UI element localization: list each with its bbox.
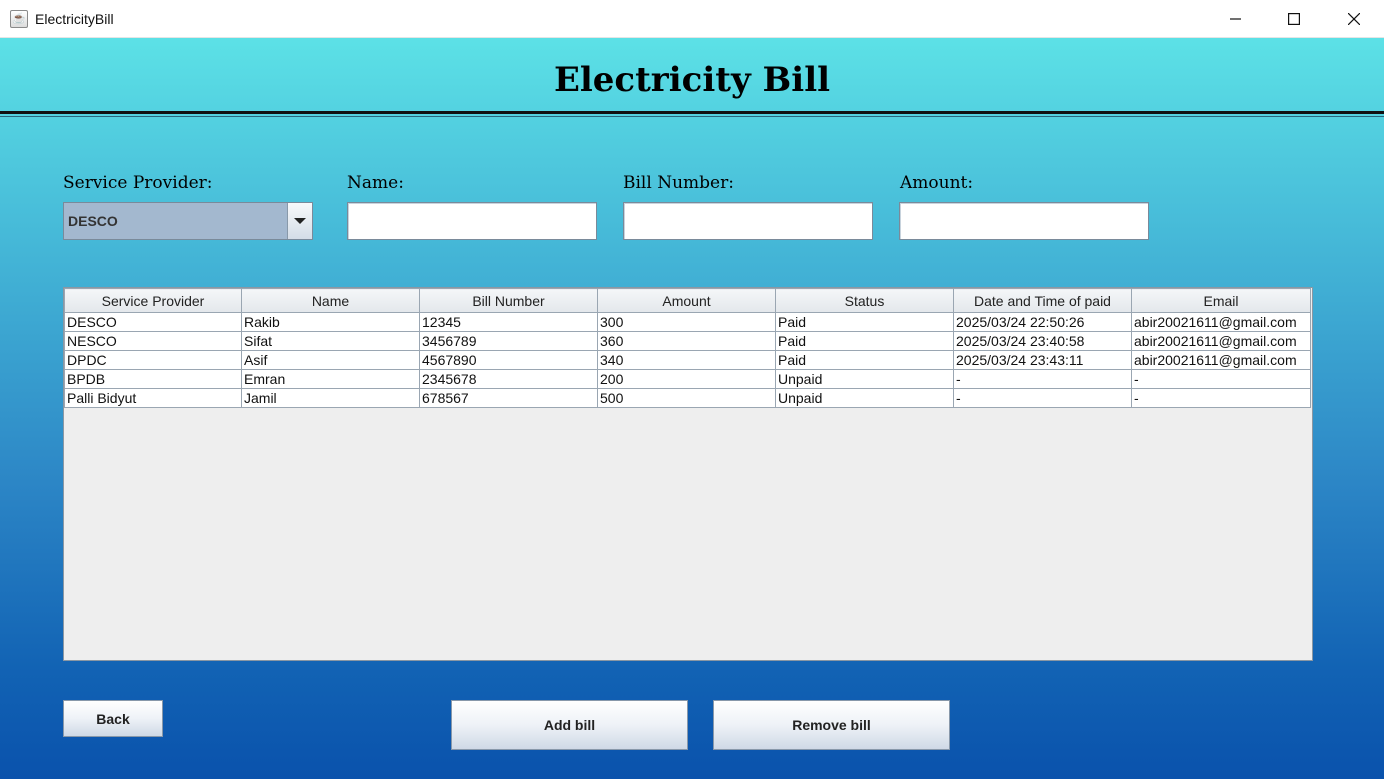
table-cell: 2025/03/24 23:43:11 [953,350,1132,370]
back-button[interactable]: Back [63,700,163,737]
table-row[interactable]: DESCO Rakib 12345 300 Paid 2025/03/24 22… [64,312,1311,332]
table-cell: 3456789 [419,331,598,351]
java-cup-icon: ☕ [10,10,28,28]
service-provider-value: DESCO [68,213,118,229]
header-divider-shadow [0,116,1384,117]
main-panel: Electricity Bill Service Provider: Name:… [0,38,1384,779]
amount-field[interactable] [899,202,1149,240]
service-provider-dropdown[interactable]: DESCO [63,202,313,240]
table-row[interactable]: DPDC Asif 4567890 340 Paid 2025/03/24 23… [64,350,1311,370]
bill-number-label: Bill Number: [623,173,734,193]
table-cell: - [1131,388,1311,408]
column-header-date-time[interactable]: Date and Time of paid [953,288,1132,313]
table-cell: abir20021611@gmail.com [1131,350,1311,370]
table-cell: - [953,369,1132,389]
column-header-bill-number[interactable]: Bill Number [419,288,598,313]
table-row[interactable]: Palli Bidyut Jamil 678567 500 Unpaid - - [64,388,1311,408]
table-cell: 500 [597,388,776,408]
name-label: Name: [347,173,404,193]
table-cell: - [1131,369,1311,389]
table-cell: Unpaid [775,369,954,389]
table-cell: Paid [775,312,954,332]
column-header-status[interactable]: Status [775,288,954,313]
table-row[interactable]: BPDB Emran 2345678 200 Unpaid - - [64,369,1311,389]
amount-label: Amount: [900,173,974,193]
table-header-row: Service Provider Name Bill Number Amount… [64,288,1311,313]
table-cell: Paid [775,350,954,370]
table-cell: DPDC [64,350,242,370]
header-divider [0,111,1384,114]
table-cell: Rakib [241,312,420,332]
remove-bill-button[interactable]: Remove bill [713,700,950,750]
table-cell: Paid [775,331,954,351]
window-title: ElectricityBill [35,11,114,27]
bills-table-container[interactable]: Service Provider Name Bill Number Amount… [63,287,1313,661]
column-header-name[interactable]: Name [241,288,420,313]
table-cell: 340 [597,350,776,370]
table-row[interactable]: NESCO Sifat 3456789 360 Paid 2025/03/24 … [64,331,1311,351]
window-titlebar: ☕ ElectricityBill [0,0,1384,38]
column-header-amount[interactable]: Amount [597,288,776,313]
table-cell: DESCO [64,312,242,332]
chevron-down-icon [294,218,306,224]
table-cell: 678567 [419,388,598,408]
table-cell: 300 [597,312,776,332]
column-header-email[interactable]: Email [1131,288,1311,313]
close-icon [1348,12,1360,25]
table-cell: Jamil [241,388,420,408]
table-cell: Emran [241,369,420,389]
table-cell: Sifat [241,331,420,351]
table-cell: Palli Bidyut [64,388,242,408]
table-cell: 4567890 [419,350,598,370]
name-field[interactable] [347,202,597,240]
table-cell: 2345678 [419,369,598,389]
table-cell: 2025/03/24 22:50:26 [953,312,1132,332]
table-cell: NESCO [64,331,242,351]
table-cell: - [953,388,1132,408]
table-cell: abir20021611@gmail.com [1131,312,1311,332]
table-cell: 12345 [419,312,598,332]
table-cell: Asif [241,350,420,370]
minimize-button[interactable] [1207,0,1265,37]
close-button[interactable] [1325,0,1383,37]
column-header-service-provider[interactable]: Service Provider [64,288,242,313]
maximize-icon [1288,12,1300,25]
service-provider-label: Service Provider: [63,173,213,193]
bill-number-field[interactable] [623,202,873,240]
dropdown-arrow-button[interactable] [287,203,312,239]
table-cell: 200 [597,369,776,389]
maximize-button[interactable] [1265,0,1323,37]
table-cell: Unpaid [775,388,954,408]
table-cell: 360 [597,331,776,351]
minimize-icon [1230,17,1241,20]
add-bill-button[interactable]: Add bill [451,700,688,750]
table-cell: abir20021611@gmail.com [1131,331,1311,351]
table-cell: 2025/03/24 23:40:58 [953,331,1132,351]
bills-table: Service Provider Name Bill Number Amount… [64,288,1311,408]
table-cell: BPDB [64,369,242,389]
page-title: Electricity Bill [553,60,831,100]
